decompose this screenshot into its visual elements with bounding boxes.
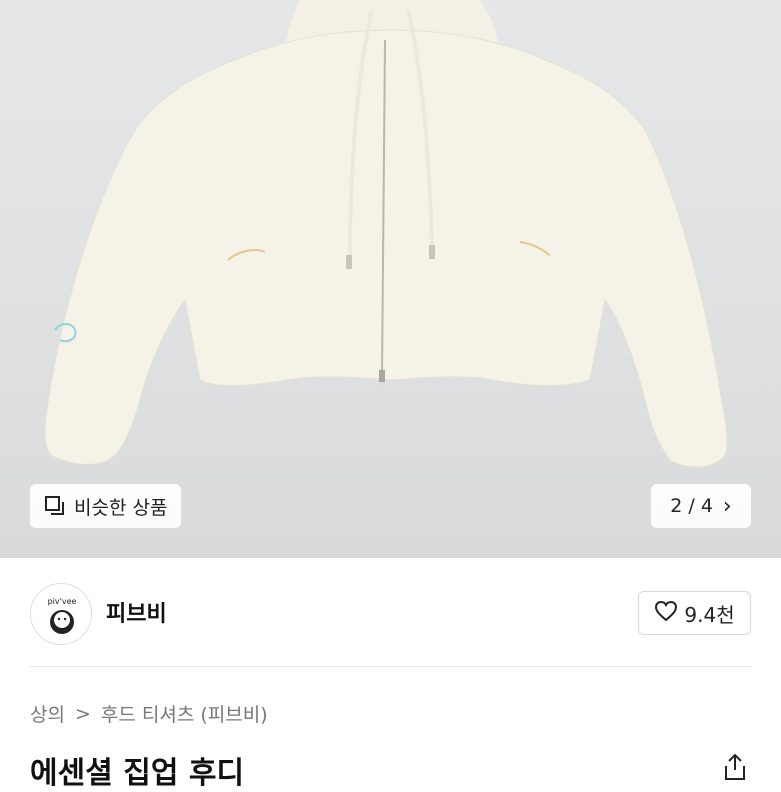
image-page-indicator[interactable]: 2 / 4 ›: [651, 484, 751, 528]
seller-avatar[interactable]: piv'vee: [30, 583, 92, 645]
like-button[interactable]: 9.4천: [638, 591, 751, 635]
seller-name[interactable]: 피브비: [106, 596, 167, 628]
breadcrumb: 상의 > 후드 티셔츠 (피브비): [30, 700, 268, 727]
avatar-logo-text: piv'vee: [48, 597, 77, 606]
chevron-right-icon: >: [74, 702, 91, 725]
like-count: 9.4천: [684, 602, 735, 627]
page-indicator-text: 2 / 4: [670, 495, 713, 517]
chevron-right-icon: ›: [722, 493, 732, 519]
breadcrumb-category[interactable]: 상의: [30, 700, 65, 727]
hoodie-illustration: [44, 0, 728, 468]
similar-items-label: 비슷한 상품: [74, 496, 168, 519]
similar-items-button[interactable]: 비슷한 상품: [30, 484, 182, 528]
heart-icon: [654, 600, 678, 627]
divider: [30, 666, 751, 667]
share-icon[interactable]: [720, 752, 750, 782]
product-title: 에센셜 집업 후디: [30, 756, 245, 791]
product-image[interactable]: 비슷한 상품 2 / 4 ›: [0, 0, 781, 558]
square-stack-icon: [44, 495, 66, 517]
breadcrumb-subcategory[interactable]: 후드 티셔츠 (피브비): [101, 700, 268, 727]
